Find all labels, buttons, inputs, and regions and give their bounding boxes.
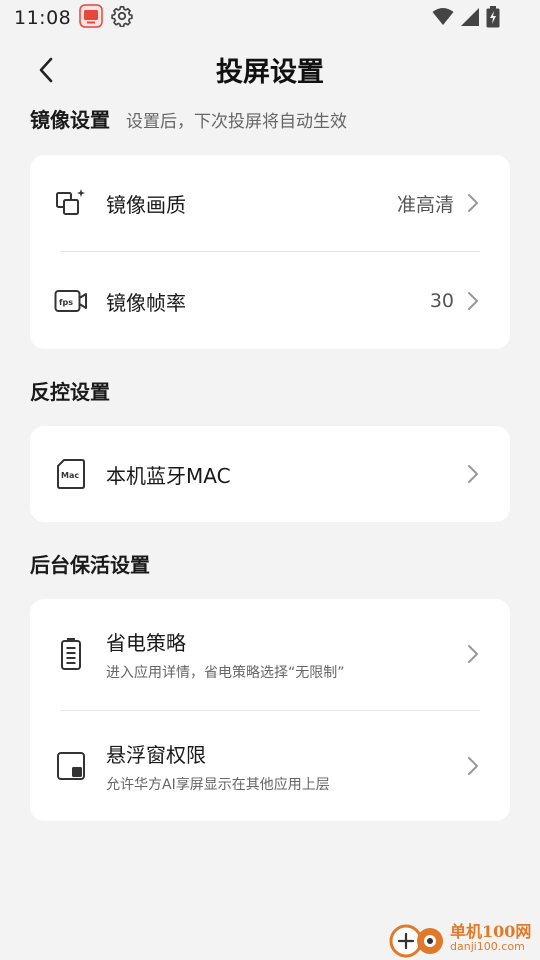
settings-item-overlay-permission[interactable]: 悬浮窗权限 允许华方AI享屏显示在其他应用上层 (30, 711, 510, 821)
section-header-keep-alive: 后台保活设置 (30, 549, 150, 578)
wifi-icon (432, 7, 454, 31)
settings-item-label: 镜像帧率 (106, 290, 186, 315)
reverse-control-card: Mac 本机蓝牙MAC (30, 426, 510, 522)
watermark-url: danji100.com (450, 940, 525, 953)
settings-item-label: 镜像画质 (106, 192, 186, 217)
settings-item-label: 省电策略 (106, 630, 186, 655)
settings-item-power-saving[interactable]: 省电策略 进入应用详情，省电策略选择“无限制” (30, 599, 510, 709)
divider (60, 251, 480, 252)
settings-gear-icon (111, 5, 133, 31)
svg-text:fps: fps (59, 298, 73, 307)
cast-notification-icon (79, 4, 104, 32)
settings-item-label: 本机蓝牙MAC (106, 463, 231, 488)
watermark: 单机100网 danji100.com (386, 916, 536, 960)
settings-item-value: 30 (429, 290, 454, 312)
section-title: 镜像设置 (30, 108, 110, 132)
section-header-reverse-control: 反控设置 (30, 376, 110, 405)
settings-item-description: 允许华方AI享屏显示在其他应用上层 (106, 776, 330, 793)
chevron-right-icon (466, 290, 480, 312)
svg-text:Mac: Mac (61, 471, 79, 480)
status-time: 11:08 (14, 7, 72, 29)
settings-item-description: 进入应用详情，省电策略选择“无限制” (106, 664, 345, 681)
settings-item-mirror-fps[interactable]: fps 镜像帧率 30 (30, 253, 510, 349)
chevron-right-icon (466, 463, 480, 485)
header: 投屏设置 (0, 40, 540, 98)
floating-window-icon (54, 749, 88, 783)
section-hint: 设置后，下次投屏将自动生效 (126, 112, 347, 132)
settings-item-label: 悬浮窗权限 (106, 742, 206, 767)
section-header-mirror: 镜像设置 设置后，下次投屏将自动生效 (30, 104, 347, 133)
page-title: 投屏设置 (216, 57, 324, 88)
cellular-signal-icon (460, 7, 480, 31)
chevron-right-icon (466, 192, 480, 214)
chevron-right-icon (466, 643, 480, 665)
settings-item-mirror-quality[interactable]: 镜像画质 准高清 (30, 155, 510, 251)
mac-chip-icon: Mac (54, 457, 88, 491)
watermark-logo-icon (389, 924, 443, 958)
settings-item-value: 准高清 (396, 193, 454, 216)
watermark-title: 单机100网 (450, 922, 532, 941)
fps-camera-icon: fps (54, 284, 88, 318)
keep-alive-card: 省电策略 进入应用详情，省电策略选择“无限制” 悬浮窗权限 允许华方AI享屏显示… (30, 599, 510, 821)
battery-charging-icon (486, 6, 500, 32)
image-quality-icon (54, 186, 88, 220)
section-title: 后台保活设置 (30, 553, 150, 577)
section-title: 反控设置 (30, 380, 110, 404)
chevron-right-icon (466, 755, 480, 777)
status-bar: 11:08 (0, 0, 540, 36)
settings-item-bluetooth-mac[interactable]: Mac 本机蓝牙MAC (30, 426, 510, 522)
battery-icon (54, 637, 88, 671)
mirror-settings-card: 镜像画质 准高清 fps 镜像帧率 30 (30, 155, 510, 349)
